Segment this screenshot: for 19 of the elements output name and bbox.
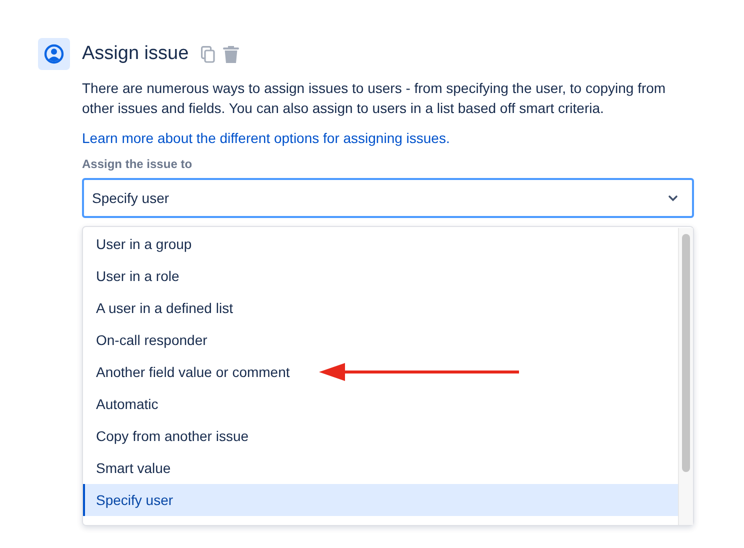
field-label: Assign the issue to (82, 156, 194, 172)
dropdown-option[interactable]: A user in a defined list (83, 292, 678, 324)
copy-icon[interactable] (200, 46, 215, 62)
dropdown-option[interactable]: User in a role (83, 260, 678, 292)
user-icon (38, 38, 70, 70)
dropdown-option[interactable]: On-call responder (83, 324, 678, 356)
dropdown-option[interactable]: Smart value (83, 452, 678, 484)
learn-more-link[interactable]: Learn more about the different options for assigning issues. (82, 128, 694, 148)
description-text: There are numerous ways to assign issues to users - from specifying the user, to copying from other issues and fields. You can also assign to users in a list based off smart criteria. (82, 79, 667, 118)
dropdown-option[interactable]: Automatic (83, 388, 678, 420)
dropdown-option[interactable]: Copy from another issue (83, 420, 678, 452)
trash-icon[interactable] (222, 46, 239, 62)
dropdown-option[interactable]: Specify user (83, 484, 678, 516)
chevron-down-icon (668, 194, 678, 202)
dropdown-option[interactable]: User in a group (83, 228, 678, 260)
action-title: Assign issue (82, 43, 189, 65)
assignee-select[interactable]: Specify user (82, 178, 694, 218)
dropdown-option[interactable]: Another field value or comment (83, 356, 678, 388)
scrollbar-thumb[interactable] (682, 234, 690, 472)
